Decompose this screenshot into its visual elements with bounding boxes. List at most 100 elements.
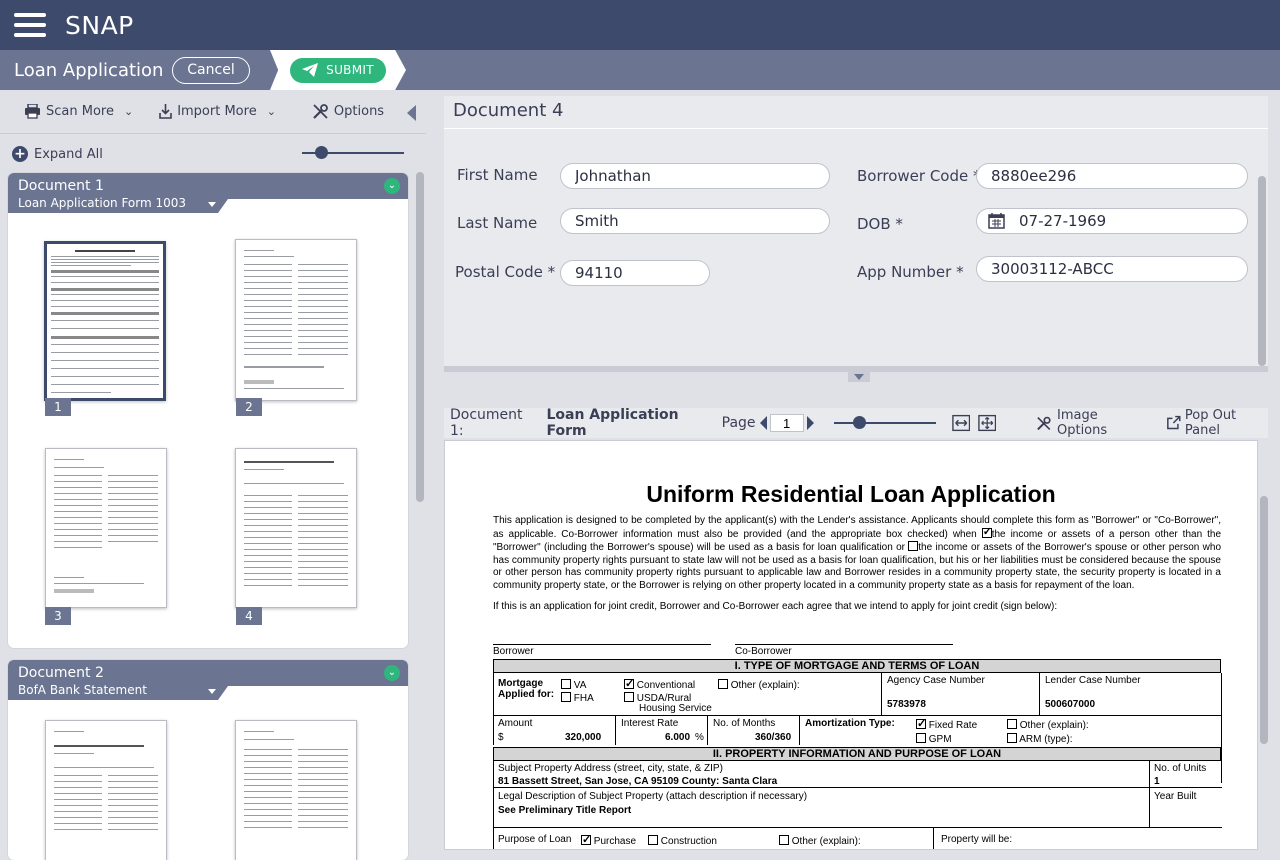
page-thumbnail[interactable] [235,239,357,401]
submit-button[interactable]: SUBMIT [290,57,386,83]
legal-description-label: Legal Description of Subject Property (a… [498,791,808,802]
mortgage-label: Mortgage [498,678,543,689]
borrower-code-field[interactable] [976,163,1248,189]
page-number-input[interactable] [769,414,804,432]
options-label: Options [333,104,385,119]
lender-case-label: Lender Case Number [1045,675,1141,686]
document-card: Document 1 Loan Application Form 1003 ⌄ [8,173,408,648]
interest-label: Interest Rate [621,718,679,729]
page-thumbnail[interactable] [45,448,167,608]
collapse-panel-icon[interactable] [407,105,416,121]
address-value: 81 Bassett Street, San Jose, CA 95109 Co… [498,776,778,787]
app-number-field[interactable] [976,256,1248,282]
document-scrollbar[interactable] [1260,496,1268,744]
cancel-button[interactable]: Cancel [172,56,250,84]
first-name-label: First Name [457,166,538,184]
sidebar-scrollbar[interactable] [416,172,424,502]
page-number-badge: 1 [45,398,71,416]
months-value: 360/360 [755,732,792,743]
page-thumbnail[interactable] [45,720,167,860]
caret-down-icon[interactable] [208,689,216,694]
construction-option: Construction [648,835,717,847]
intro-paragraph: This application is designed to be compl… [493,515,1221,592]
page-number-badge: 2 [236,398,262,416]
previous-page-icon[interactable] [759,416,767,430]
page-number-badge: 4 [236,607,262,625]
paper-plane-icon [302,63,319,77]
lender-case-value: 500607000 [1045,699,1096,710]
tools-icon [1037,416,1051,430]
amortization-label: Amortization Type: [805,718,895,729]
document-card-header[interactable]: Document 1 Loan Application Form 1003 ⌄ [8,173,408,213]
va-option: VA [561,679,586,691]
fit-page-icon[interactable] [978,414,997,432]
main-panel: Document 4 First Name Last Name Postal C… [444,90,1280,850]
scan-more-menu[interactable]: Scan More ⌄ [24,104,133,119]
units-value: 1 [1154,776,1160,787]
form-title: Document 4 [453,100,564,121]
conventional-option: Conventional [624,677,695,691]
thumbnail-size-slider-knob[interactable] [315,146,328,159]
last-name-field[interactable] [560,208,830,234]
expand-form-icon[interactable] [848,372,870,382]
form-scrollbar[interactable] [1258,176,1266,366]
top-bar: SNAP [0,0,1280,50]
arm-option: ARM (type): [1007,733,1073,745]
viewer-doc-label: Document 1: [450,407,523,439]
other-mortgage-option: Other (explain): [718,679,800,691]
borrower-code-label: Borrower Code * [857,167,981,185]
chevron-down-icon: ⌄ [123,105,134,118]
legal-description-value: See Preliminary Title Report [498,805,632,816]
page-thumbnail[interactable] [235,448,357,608]
first-name-field[interactable] [560,163,830,189]
postal-code-label: Postal Code * [455,263,556,281]
external-link-icon [1167,415,1181,430]
check-circle-icon: ⌄ [384,178,400,194]
percent-sign: % [695,732,704,743]
options-button[interactable]: Options [312,103,384,120]
page-number-badge: 3 [45,607,71,625]
joint-credit-paragraph: If this is an application for joint cred… [493,601,1058,612]
submit-label: SUBMIT [326,63,374,77]
sidebar-toolbar: Scan More ⌄ Import More ⌄ Options [0,90,426,134]
printer-icon [25,104,40,119]
caret-down-icon[interactable] [208,202,216,207]
page-thumbnail[interactable] [44,241,166,401]
months-label: No. of Months [713,718,776,729]
expand-all-button[interactable]: + Expand All [12,146,103,162]
viewer-doc-name: Loan Application Form [546,407,679,439]
document-card-header[interactable]: Document 2 BofA Bank Statement ⌄ [8,660,408,700]
property-will-be-label: Property will be: [941,834,1013,845]
interest-value: 6.000 [665,732,691,743]
page-title: Loan Application [14,59,164,81]
address-label: Subject Property Address (street, city, … [498,763,723,774]
zoom-slider[interactable] [833,416,936,430]
amount-value: 320,000 [565,732,602,743]
document-image: Uniform Residential Loan Application Thi… [444,440,1258,850]
fha-option: FHA [561,692,594,704]
page-thumbnail[interactable] [235,720,357,860]
pop-out-label: Pop Out Panel [1184,408,1237,438]
purchase-option: Purchase [581,833,636,847]
menu-icon[interactable] [14,13,46,37]
next-page-icon[interactable] [806,416,814,430]
other-purpose-option: Other (explain): [779,835,861,847]
import-more-label: Import More [177,104,257,119]
document-title: Document 1 [18,178,104,194]
calendar-icon[interactable] [988,212,1005,229]
image-options-button[interactable]: Image Options [1036,408,1144,438]
document-card: Document 2 BofA Bank Statement ⌄ [8,660,408,860]
app-brand: SNAP [65,10,134,40]
gpm-option: GPM [916,733,952,745]
document-sidebar: Scan More ⌄ Import More ⌄ Options + Expa… [0,90,426,860]
postal-code-field[interactable] [560,260,710,286]
dob-field[interactable]: 07-27-1969 [976,208,1248,234]
action-bar: Loan Application Cancel SUBMIT [0,50,1280,90]
amount-label: Amount [498,718,533,729]
units-label: No. of Units [1154,763,1207,774]
import-more-menu[interactable]: Import More ⌄ [159,104,276,119]
viewer-toolbar: Document 1: Loan Application Form Page I… [444,407,1268,439]
checkbox [908,541,919,551]
fit-width-icon[interactable] [951,414,970,432]
pop-out-panel-button[interactable]: Pop Out Panel [1166,408,1268,438]
